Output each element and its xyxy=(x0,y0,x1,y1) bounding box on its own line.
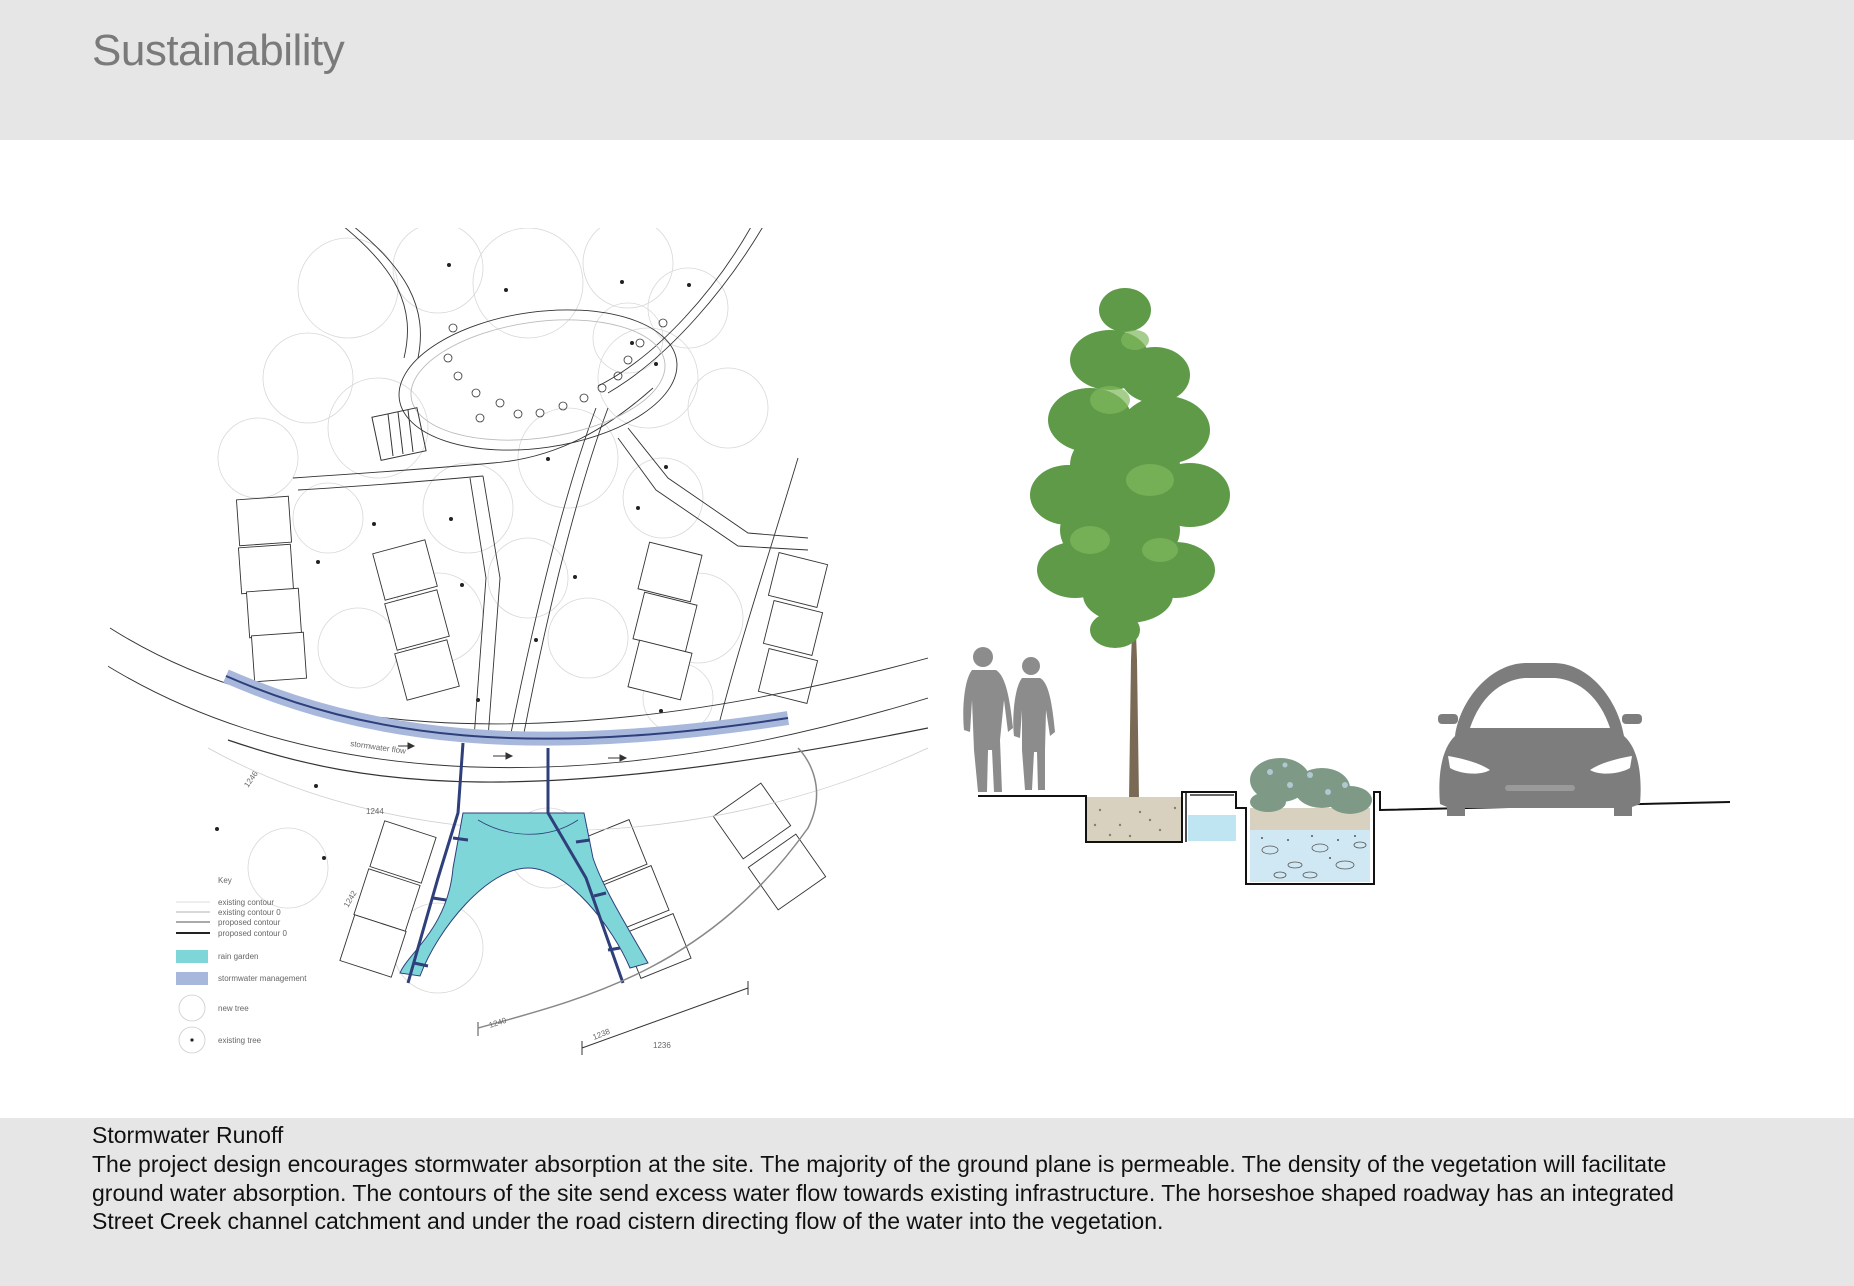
contour-label-1236: 1236 xyxy=(653,1041,671,1050)
oval-plaza xyxy=(398,309,678,451)
contour-label-1238: 1238 xyxy=(591,1027,611,1042)
page-title: Sustainability xyxy=(92,26,345,75)
legend-item-existing-contour: existing contour xyxy=(218,898,274,907)
caption-line: Street Creek channel catchment and under… xyxy=(92,1208,1164,1234)
car-icon xyxy=(1438,663,1642,816)
site-plan-drawing: stormwater flow 1246 1244 1242 1240 1238… xyxy=(108,228,928,1055)
plan-legend: Key existing contour existing contour 0 … xyxy=(176,876,307,1054)
header-band: Sustainability xyxy=(0,0,1854,140)
flow-arrows xyxy=(398,742,628,762)
legend-item-proposed-contour: proposed contour xyxy=(218,918,281,927)
street-section-drawing xyxy=(963,288,1731,885)
site-paths xyxy=(292,228,809,739)
caption-body: The project design encourages stormwater… xyxy=(92,1150,1792,1236)
legend-swatch-stormwater xyxy=(176,972,208,985)
legend-title: Key xyxy=(218,876,232,885)
bike-rack xyxy=(371,407,427,461)
legend-item-rain-garden: rain garden xyxy=(218,952,258,961)
legend-item-stormwater-management: stormwater management xyxy=(218,974,307,983)
stormwater-flow-label: stormwater flow xyxy=(350,739,407,756)
legend-item-new-tree: new tree xyxy=(218,1004,249,1013)
tree-icon xyxy=(1030,288,1230,800)
caption-line: The project design encourages stormwater… xyxy=(92,1151,1667,1177)
shrub-icon xyxy=(1250,758,1372,814)
legend-item-existing-tree: existing tree xyxy=(218,1036,262,1045)
plaza-seats xyxy=(443,318,668,423)
caption-line: ground water absorption. The contours of… xyxy=(92,1179,1674,1206)
contour-label-1244: 1244 xyxy=(366,807,384,816)
legend-item-proposed-contour-0: proposed contour 0 xyxy=(218,929,287,938)
legend-item-existing-contour-0: existing contour 0 xyxy=(218,908,281,917)
caption-title: Stormwater Runoff xyxy=(92,1122,284,1148)
new-tree-icon xyxy=(178,994,206,1022)
people-silhouette-icon xyxy=(963,647,1055,792)
legend-swatch-rain-garden xyxy=(176,950,208,963)
contour-label-1240: 1240 xyxy=(488,1016,508,1030)
